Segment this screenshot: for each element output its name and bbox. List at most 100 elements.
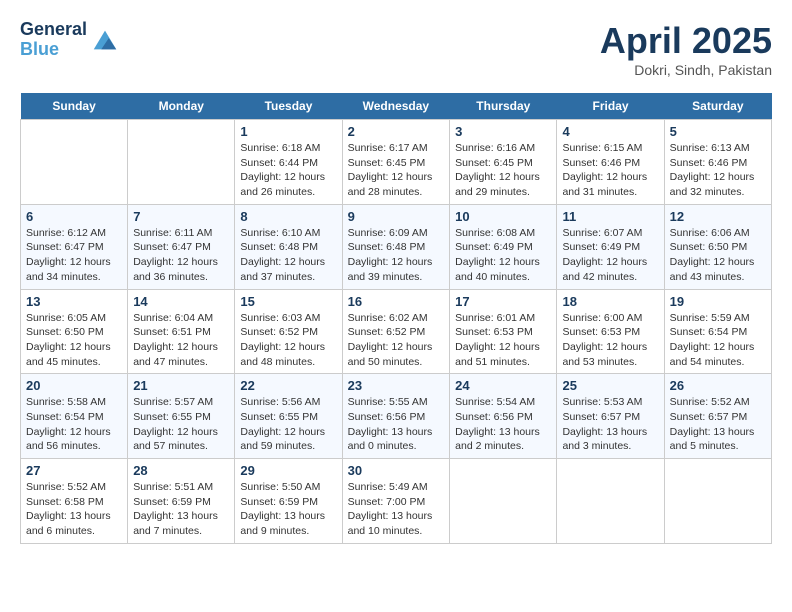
day-number: 10 bbox=[455, 209, 551, 224]
calendar-cell: 16 Sunrise: 6:02 AM Sunset: 6:52 PM Dayli… bbox=[342, 289, 450, 374]
day-number: 20 bbox=[26, 378, 122, 393]
day-info: Sunrise: 6:00 AM Sunset: 6:53 PM Dayligh… bbox=[562, 311, 658, 370]
day-number: 24 bbox=[455, 378, 551, 393]
week-row-3: 13Sunrise: 6:05 AM Sunset: 6:50 PM Dayli… bbox=[21, 289, 772, 374]
day-number: 4 bbox=[562, 124, 658, 139]
day-info: Sunrise: 6:12 AM Sunset: 6:47 PM Dayligh… bbox=[26, 226, 122, 285]
day-number: 27 bbox=[26, 463, 122, 478]
day-number: 16 bbox=[348, 294, 445, 309]
calendar-cell: 10 Sunrise: 6:08 AM Sunset: 6:49 PM Dayli… bbox=[450, 204, 557, 289]
day-number: 11 bbox=[562, 209, 658, 224]
logo: GeneralBlue bbox=[20, 20, 120, 60]
calendar-cell: 14Sunrise: 6:04 AM Sunset: 6:51 PM Dayli… bbox=[128, 289, 235, 374]
day-number: 9 bbox=[348, 209, 445, 224]
day-info: Sunrise: 5:58 AM Sunset: 6:54 PM Dayligh… bbox=[26, 395, 122, 454]
day-info: Sunrise: 5:50 AM Sunset: 6:59 PM Dayligh… bbox=[240, 480, 336, 539]
day-number: 14 bbox=[133, 294, 229, 309]
calendar-cell: 9 Sunrise: 6:09 AM Sunset: 6:48 PM Daylig… bbox=[342, 204, 450, 289]
day-header-saturday: Saturday bbox=[664, 93, 771, 120]
day-info: Sunrise: 6:15 AM Sunset: 6:46 PM Dayligh… bbox=[562, 141, 658, 200]
day-number: 6 bbox=[26, 209, 122, 224]
day-info: Sunrise: 6:16 AM Sunset: 6:45 PM Dayligh… bbox=[455, 141, 551, 200]
calendar-cell: 18 Sunrise: 6:00 AM Sunset: 6:53 PM Dayli… bbox=[557, 289, 664, 374]
week-row-1: 1 Sunrise: 6:18 AM Sunset: 6:44 PM Daylig… bbox=[21, 120, 772, 205]
calendar-cell: 30 Sunrise: 5:49 AM Sunset: 7:00 PM Dayli… bbox=[342, 459, 450, 544]
header-row: SundayMondayTuesdayWednesdayThursdayFrid… bbox=[21, 93, 772, 120]
calendar-cell: 22Sunrise: 5:56 AM Sunset: 6:55 PM Dayli… bbox=[235, 374, 342, 459]
day-info: Sunrise: 6:13 AM Sunset: 6:46 PM Dayligh… bbox=[670, 141, 766, 200]
day-number: 17 bbox=[455, 294, 551, 309]
day-number: 22 bbox=[240, 378, 336, 393]
week-row-2: 6 Sunrise: 6:12 AM Sunset: 6:47 PM Daylig… bbox=[21, 204, 772, 289]
day-info: Sunrise: 5:57 AM Sunset: 6:55 PM Dayligh… bbox=[133, 395, 229, 454]
calendar-cell: 28Sunrise: 5:51 AM Sunset: 6:59 PM Dayli… bbox=[128, 459, 235, 544]
day-number: 7 bbox=[133, 209, 229, 224]
day-info: Sunrise: 5:55 AM Sunset: 6:56 PM Dayligh… bbox=[348, 395, 445, 454]
day-number: 23 bbox=[348, 378, 445, 393]
page-header: GeneralBlue April 2025 Dokri, Sindh, Pak… bbox=[20, 20, 772, 78]
calendar-cell: 25 Sunrise: 5:53 AM Sunset: 6:57 PM Dayli… bbox=[557, 374, 664, 459]
calendar-cell: 2 Sunrise: 6:17 AM Sunset: 6:45 PM Daylig… bbox=[342, 120, 450, 205]
week-row-5: 27 Sunrise: 5:52 AM Sunset: 6:58 PM Dayli… bbox=[21, 459, 772, 544]
day-info: Sunrise: 6:18 AM Sunset: 6:44 PM Dayligh… bbox=[240, 141, 336, 200]
logo-icon bbox=[90, 25, 120, 55]
day-header-friday: Friday bbox=[557, 93, 664, 120]
day-number: 26 bbox=[670, 378, 766, 393]
day-info: Sunrise: 6:07 AM Sunset: 6:49 PM Dayligh… bbox=[562, 226, 658, 285]
day-header-thursday: Thursday bbox=[450, 93, 557, 120]
day-info: Sunrise: 5:54 AM Sunset: 6:56 PM Dayligh… bbox=[455, 395, 551, 454]
calendar-cell: 19Sunrise: 5:59 AM Sunset: 6:54 PM Dayli… bbox=[664, 289, 771, 374]
day-header-monday: Monday bbox=[128, 93, 235, 120]
day-info: Sunrise: 6:06 AM Sunset: 6:50 PM Dayligh… bbox=[670, 226, 766, 285]
day-header-wednesday: Wednesday bbox=[342, 93, 450, 120]
day-info: Sunrise: 5:52 AM Sunset: 6:58 PM Dayligh… bbox=[26, 480, 122, 539]
day-info: Sunrise: 6:17 AM Sunset: 6:45 PM Dayligh… bbox=[348, 141, 445, 200]
day-info: Sunrise: 5:53 AM Sunset: 6:57 PM Dayligh… bbox=[562, 395, 658, 454]
calendar-cell bbox=[557, 459, 664, 544]
day-number: 2 bbox=[348, 124, 445, 139]
day-number: 21 bbox=[133, 378, 229, 393]
day-info: Sunrise: 6:10 AM Sunset: 6:48 PM Dayligh… bbox=[240, 226, 336, 285]
calendar-cell: 23 Sunrise: 5:55 AM Sunset: 6:56 PM Dayli… bbox=[342, 374, 450, 459]
calendar-cell: 24 Sunrise: 5:54 AM Sunset: 6:56 PM Dayli… bbox=[450, 374, 557, 459]
calendar-cell: 17Sunrise: 6:01 AM Sunset: 6:53 PM Dayli… bbox=[450, 289, 557, 374]
calendar-cell: 5Sunrise: 6:13 AM Sunset: 6:46 PM Daylig… bbox=[664, 120, 771, 205]
day-info: Sunrise: 6:11 AM Sunset: 6:47 PM Dayligh… bbox=[133, 226, 229, 285]
calendar-cell: 29 Sunrise: 5:50 AM Sunset: 6:59 PM Dayli… bbox=[235, 459, 342, 544]
day-number: 3 bbox=[455, 124, 551, 139]
day-info: Sunrise: 6:02 AM Sunset: 6:52 PM Dayligh… bbox=[348, 311, 445, 370]
calendar-cell: 1 Sunrise: 6:18 AM Sunset: 6:44 PM Daylig… bbox=[235, 120, 342, 205]
day-number: 28 bbox=[133, 463, 229, 478]
day-number: 1 bbox=[240, 124, 336, 139]
calendar-cell: 8 Sunrise: 6:10 AM Sunset: 6:48 PM Daylig… bbox=[235, 204, 342, 289]
day-number: 25 bbox=[562, 378, 658, 393]
calendar-cell bbox=[664, 459, 771, 544]
day-number: 12 bbox=[670, 209, 766, 224]
week-row-4: 20 Sunrise: 5:58 AM Sunset: 6:54 PM Dayli… bbox=[21, 374, 772, 459]
day-info: Sunrise: 5:52 AM Sunset: 6:57 PM Dayligh… bbox=[670, 395, 766, 454]
day-number: 30 bbox=[348, 463, 445, 478]
day-number: 15 bbox=[240, 294, 336, 309]
calendar-cell: 13Sunrise: 6:05 AM Sunset: 6:50 PM Dayli… bbox=[21, 289, 128, 374]
day-number: 29 bbox=[240, 463, 336, 478]
calendar-cell: 3 Sunrise: 6:16 AM Sunset: 6:45 PM Daylig… bbox=[450, 120, 557, 205]
calendar-table: SundayMondayTuesdayWednesdayThursdayFrid… bbox=[20, 93, 772, 544]
calendar-cell: 27 Sunrise: 5:52 AM Sunset: 6:58 PM Dayli… bbox=[21, 459, 128, 544]
day-info: Sunrise: 6:09 AM Sunset: 6:48 PM Dayligh… bbox=[348, 226, 445, 285]
day-number: 18 bbox=[562, 294, 658, 309]
month-title: April 2025 bbox=[600, 20, 772, 62]
calendar-cell: 7 Sunrise: 6:11 AM Sunset: 6:47 PM Daylig… bbox=[128, 204, 235, 289]
calendar-cell: 6 Sunrise: 6:12 AM Sunset: 6:47 PM Daylig… bbox=[21, 204, 128, 289]
day-header-sunday: Sunday bbox=[21, 93, 128, 120]
calendar-cell bbox=[21, 120, 128, 205]
location: Dokri, Sindh, Pakistan bbox=[600, 62, 772, 78]
calendar-cell: 12 Sunrise: 6:06 AM Sunset: 6:50 PM Dayli… bbox=[664, 204, 771, 289]
logo-text: GeneralBlue bbox=[20, 20, 87, 60]
calendar-cell bbox=[128, 120, 235, 205]
day-info: Sunrise: 6:08 AM Sunset: 6:49 PM Dayligh… bbox=[455, 226, 551, 285]
day-info: Sunrise: 5:49 AM Sunset: 7:00 PM Dayligh… bbox=[348, 480, 445, 539]
day-number: 8 bbox=[240, 209, 336, 224]
calendar-cell bbox=[450, 459, 557, 544]
calendar-cell: 21 Sunrise: 5:57 AM Sunset: 6:55 PM Dayli… bbox=[128, 374, 235, 459]
calendar-cell: 11 Sunrise: 6:07 AM Sunset: 6:49 PM Dayli… bbox=[557, 204, 664, 289]
